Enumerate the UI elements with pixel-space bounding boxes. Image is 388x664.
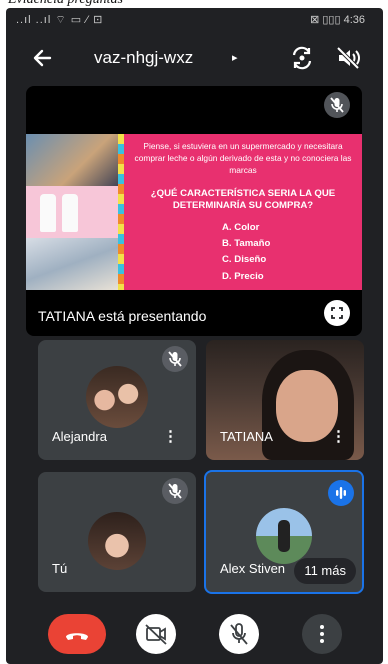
milk-bottles-photo xyxy=(26,186,118,238)
status-time: ⊠ ▯▯▯ 4:36 xyxy=(310,14,365,26)
top-app-bar: vaz-nhgj-wxz ▸ xyxy=(6,36,383,80)
meeting-code[interactable]: vaz-nhgj-wxz xyxy=(94,48,193,68)
speaking-indicator-icon xyxy=(328,480,354,506)
presenter-label: TATIANA está presentando xyxy=(38,308,207,324)
call-controls xyxy=(6,614,383,664)
switch-camera-icon[interactable] xyxy=(288,44,316,72)
meet-call-screen: ..ıl ..ıl ⌔ ▭ ⁄ ⊡ ⊠ ▯▯▯ 4:36 vaz-nhgj-wx… xyxy=(6,8,383,664)
avatar xyxy=(256,508,312,564)
back-arrow-icon[interactable] xyxy=(28,44,56,72)
presenter-mic-off-icon xyxy=(324,92,350,118)
slide-color-stripe xyxy=(118,134,124,290)
supermarket-photo xyxy=(26,134,118,186)
participant-name: Tú xyxy=(52,561,68,576)
end-call-button[interactable] xyxy=(48,614,106,654)
avatar xyxy=(88,512,146,570)
camera-off-icon xyxy=(145,624,167,645)
participant-name: TATIANA xyxy=(220,429,273,444)
shared-slide: Piense, si estuviera en un supermercado … xyxy=(26,134,362,290)
video-face xyxy=(276,370,338,442)
slide-photos xyxy=(26,134,118,290)
participant-tile-self[interactable]: Tú xyxy=(38,472,196,592)
mic-off-icon xyxy=(230,623,248,645)
slide-option: C. Diseño xyxy=(222,254,267,265)
slide-option: D. Precio xyxy=(222,271,264,282)
slide-question: ¿QUÉ CARACTERÍSTICA SERIA LA QUE DETERMI… xyxy=(150,188,336,211)
more-options-icon[interactable]: ⋮ xyxy=(331,429,346,444)
caption-text: Evidencia preguntas xyxy=(8,0,123,8)
mic-off-icon xyxy=(162,478,188,504)
more-participants-chip[interactable]: 11 más xyxy=(294,558,356,584)
fullscreen-icon[interactable] xyxy=(324,300,350,326)
more-options-button[interactable] xyxy=(302,614,342,654)
presentation-tile[interactable]: Piense, si estuviera en un supermercado … xyxy=(26,86,362,336)
participant-tile-alejandra[interactable]: Alejandra ⋮ xyxy=(38,340,196,460)
dairy-aisle-photo xyxy=(26,238,118,290)
slide-option: B. Tamaño xyxy=(222,238,271,249)
participant-tile-alex[interactable]: Alex Stiven 11 más xyxy=(204,470,364,594)
meeting-info-arrow-icon[interactable]: ▸ xyxy=(232,51,238,64)
avatar xyxy=(86,366,148,428)
status-signal: ..ıl ..ıl ⌔ ▭ ⁄ ⊡ xyxy=(16,14,104,26)
speaker-muted-icon[interactable] xyxy=(334,44,362,72)
participant-name: Alex Stiven xyxy=(220,561,286,576)
end-call-icon xyxy=(66,633,88,640)
mic-toggle-button[interactable] xyxy=(219,614,259,654)
participant-name: Alejandra xyxy=(52,429,107,444)
participant-tile-tatiana[interactable]: TATIANA ⋮ xyxy=(206,340,364,460)
more-options-icon[interactable]: ⋮ xyxy=(163,429,178,444)
status-bar: ..ıl ..ıl ⌔ ▭ ⁄ ⊡ ⊠ ▯▯▯ 4:36 xyxy=(6,8,383,30)
more-vert-icon xyxy=(320,625,324,643)
mic-off-icon xyxy=(162,346,188,372)
slide-intro-text: Piense, si estuviera en un supermercado … xyxy=(134,141,352,175)
camera-toggle-button[interactable] xyxy=(136,614,176,654)
slide-option: A. Color xyxy=(222,222,260,233)
